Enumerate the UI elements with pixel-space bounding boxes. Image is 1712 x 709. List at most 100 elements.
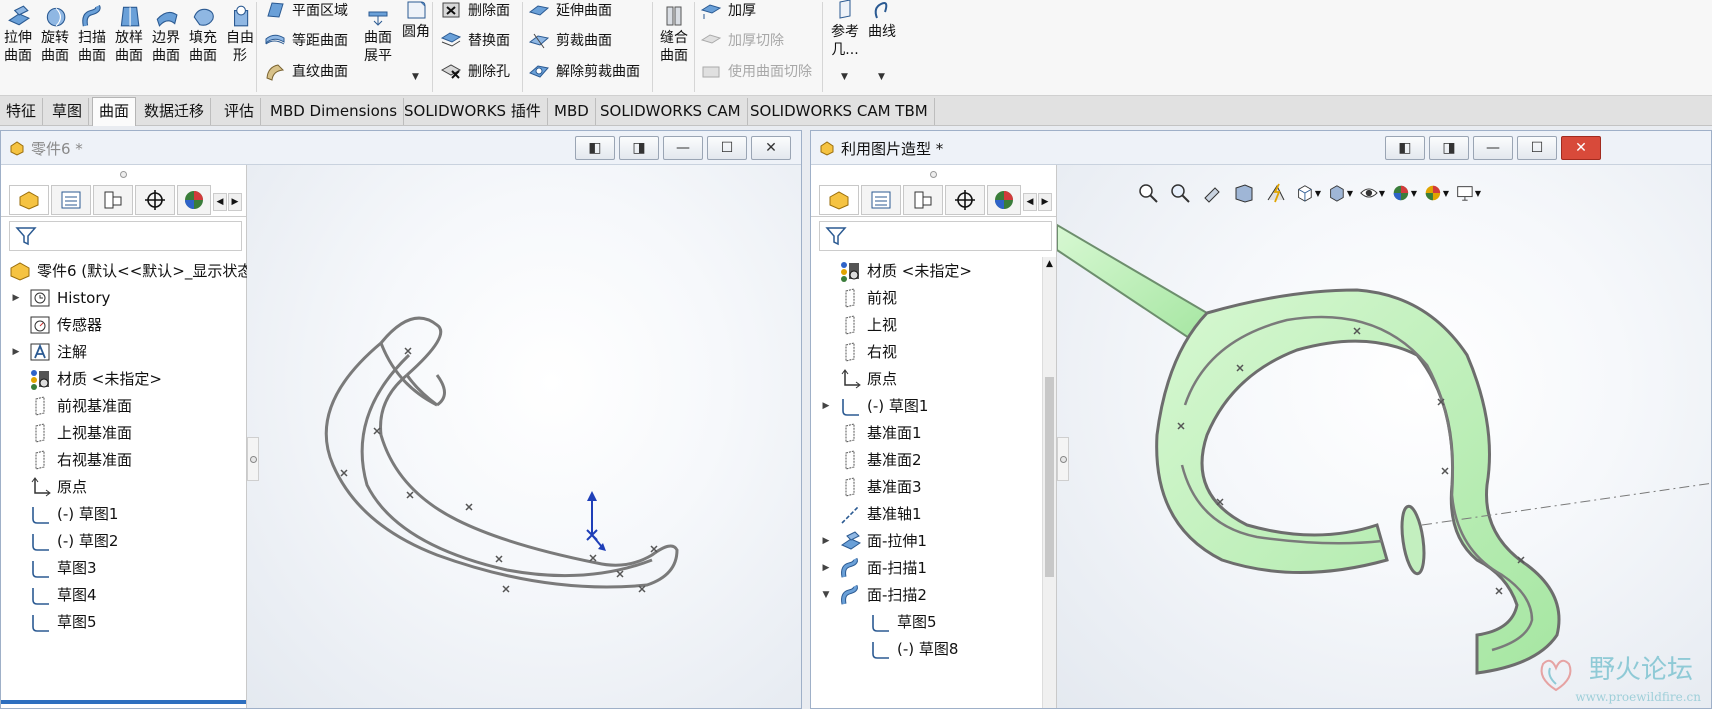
maximize-button[interactable]: ☐ [1517, 136, 1557, 160]
tile-right-button[interactable]: ◨ [1429, 136, 1469, 160]
tree-item[interactable]: 基准面1 [819, 419, 922, 446]
boundary-surface-button[interactable]: 边界 曲面 [148, 2, 184, 65]
scrollbar-thumb[interactable] [1045, 377, 1054, 577]
filled-surface-button[interactable]: 填充 曲面 [185, 2, 221, 65]
tree-item[interactable]: 草图3 [9, 554, 97, 581]
hide-show-items-button[interactable]: ▼ [1359, 180, 1385, 206]
tree-scrollbar[interactable]: ▲ [1042, 257, 1056, 708]
rollback-bar[interactable] [1, 700, 246, 704]
tile-left-button[interactable]: ◧ [575, 136, 615, 160]
minimize-button[interactable]: — [1473, 136, 1513, 160]
close-button[interactable]: ✕ [1561, 136, 1601, 160]
zoom-to-area-button[interactable] [1167, 180, 1193, 206]
tree-item[interactable]: ▼ 面-扫描2 [819, 581, 927, 608]
panel-collapse-handle[interactable] [247, 437, 259, 481]
reference-geometry-button[interactable]: 参考 几... [828, 0, 862, 59]
panel-grip[interactable] [1, 165, 246, 183]
lofted-surface-button[interactable]: 放样 曲面 [111, 2, 147, 65]
tab-scroll-right[interactable]: ▶ [1038, 193, 1052, 211]
tree-item[interactable]: 右视基准面 [9, 446, 132, 473]
property-manager-tab[interactable] [861, 185, 901, 215]
delete-face-button[interactable]: 删除面 [440, 0, 510, 22]
feature-tree-tab[interactable] [9, 185, 49, 215]
tree-item[interactable]: 前视 [819, 284, 897, 311]
tree-item[interactable]: 材质 <未指定> [819, 257, 972, 284]
tree-item[interactable]: (-) 草图2 [9, 527, 118, 554]
expand-arrow-icon[interactable]: ▶ [819, 563, 833, 573]
extend-surface-button[interactable]: 延伸曲面 [528, 0, 612, 22]
knit-surface-button[interactable]: 缝合 曲面 [656, 2, 692, 65]
scroll-up-arrow[interactable]: ▲ [1043, 259, 1056, 269]
delete-hole-button[interactable]: 删除孔 [440, 59, 510, 83]
thicken-cut-button[interactable]: 加厚切除 [700, 28, 784, 52]
dimxpert-manager-tab[interactable] [945, 185, 985, 215]
tree-item[interactable]: ▶ History [9, 284, 111, 311]
tab-1[interactable]: 草图 [46, 98, 90, 125]
cut-with-surface-button[interactable]: 使用曲面切除 [700, 59, 812, 83]
tree-item[interactable]: 前视基准面 [9, 392, 132, 419]
tree-item[interactable]: 右视 [819, 338, 897, 365]
tab-2[interactable]: 曲面 [92, 97, 137, 126]
expand-arrow-icon[interactable]: ▶ [9, 293, 23, 303]
tree-item[interactable]: 草图4 [9, 581, 97, 608]
expand-arrow-icon[interactable]: ▶ [819, 401, 833, 411]
close-button[interactable]: ✕ [751, 136, 791, 160]
tile-left-button[interactable]: ◧ [1385, 136, 1425, 160]
tab-scroll-left[interactable]: ◀ [213, 193, 227, 211]
tree-item[interactable]: ▶ 面-拉伸1 [819, 527, 927, 554]
edit-appearance-button[interactable]: ▼ [1391, 180, 1417, 206]
tree-item[interactable]: 草图5 [849, 608, 937, 635]
replace-face-button[interactable]: 替换面 [440, 28, 510, 52]
tree-item[interactable]: 基准面2 [819, 446, 922, 473]
fillet-dropdown-arrow[interactable]: ▼ [412, 72, 419, 82]
panel-collapse-handle[interactable] [1057, 437, 1069, 481]
dimxpert-manager-tab[interactable] [135, 185, 175, 215]
configuration-manager-tab[interactable] [903, 185, 943, 215]
tree-item[interactable]: 材质 <未指定> [9, 365, 162, 392]
zoom-to-fit-button[interactable] [1135, 180, 1161, 206]
expand-arrow-icon[interactable]: ▶ [9, 347, 23, 357]
view-settings-button[interactable]: ▼ [1455, 180, 1481, 206]
right-graphics-viewport[interactable]: ▼ ▼ ▼ ▼ ▼ ▼ 野火论坛 www.proewildfire.cn [1057, 165, 1711, 708]
display-style-button[interactable]: ▼ [1327, 180, 1353, 206]
minimize-button[interactable]: — [663, 136, 703, 160]
trim-surface-button[interactable]: 剪裁曲面 [528, 28, 612, 52]
tab-3[interactable]: 数据迁移 [138, 98, 212, 125]
tree-item[interactable]: (-) 草图8 [849, 635, 958, 662]
view-orientation-button[interactable]: ▼ [1295, 180, 1321, 206]
fillet-button[interactable]: 圆角 [400, 0, 432, 41]
tree-item[interactable]: ▶ 面-扫描1 [819, 554, 927, 581]
display-manager-tab[interactable] [987, 185, 1021, 215]
tree-item[interactable]: 传感器 [9, 311, 102, 338]
swept-surface-button[interactable]: 扫描 曲面 [74, 2, 110, 65]
extruded-surface-button[interactable]: 拉伸 曲面 [0, 2, 36, 65]
tree-item[interactable]: ▶ 注解 [9, 338, 87, 365]
tree-item[interactable]: 原点 [819, 365, 897, 392]
revolved-surface-button[interactable]: 旋转 曲面 [37, 2, 73, 65]
tab-4[interactable]: 评估 [218, 98, 262, 125]
tree-item[interactable]: 基准面3 [819, 473, 922, 500]
offset-surface-button[interactable]: 等距曲面 [264, 28, 348, 52]
tab-7[interactable]: MBD [548, 98, 596, 125]
untrim-surface-button[interactable]: 解除剪裁曲面 [528, 59, 640, 83]
tab-8[interactable]: SOLIDWORKS CAM [594, 98, 748, 125]
planar-surface-button[interactable]: 平面区域 [264, 0, 348, 22]
tree-item[interactable]: 上视 [819, 311, 897, 338]
flatten-surface-button[interactable]: 曲面 展平 [360, 2, 396, 65]
tree-item[interactable]: 基准轴1 [819, 500, 922, 527]
thicken-button[interactable]: 加厚 [700, 0, 756, 22]
configuration-manager-tab[interactable] [93, 185, 133, 215]
property-manager-tab[interactable] [51, 185, 91, 215]
expand-arrow-icon[interactable]: ▼ [819, 590, 833, 600]
reference-geometry-dropdown-arrow[interactable]: ▼ [841, 72, 848, 82]
tab-6[interactable]: SOLIDWORKS 插件 [398, 98, 548, 125]
expand-arrow-icon[interactable]: ▶ [819, 536, 833, 546]
maximize-button[interactable]: ☐ [707, 136, 747, 160]
tab-0[interactable]: 特征 [0, 98, 44, 125]
section-view-button[interactable] [1231, 180, 1257, 206]
tab-scroll-right[interactable]: ▶ [228, 193, 242, 211]
previous-view-button[interactable] [1199, 180, 1225, 206]
tab-9[interactable]: SOLIDWORKS CAM TBM [744, 98, 935, 125]
ruled-surface-button[interactable]: 直纹曲面 [264, 59, 348, 83]
tab-5[interactable]: MBD Dimensions [264, 98, 405, 125]
